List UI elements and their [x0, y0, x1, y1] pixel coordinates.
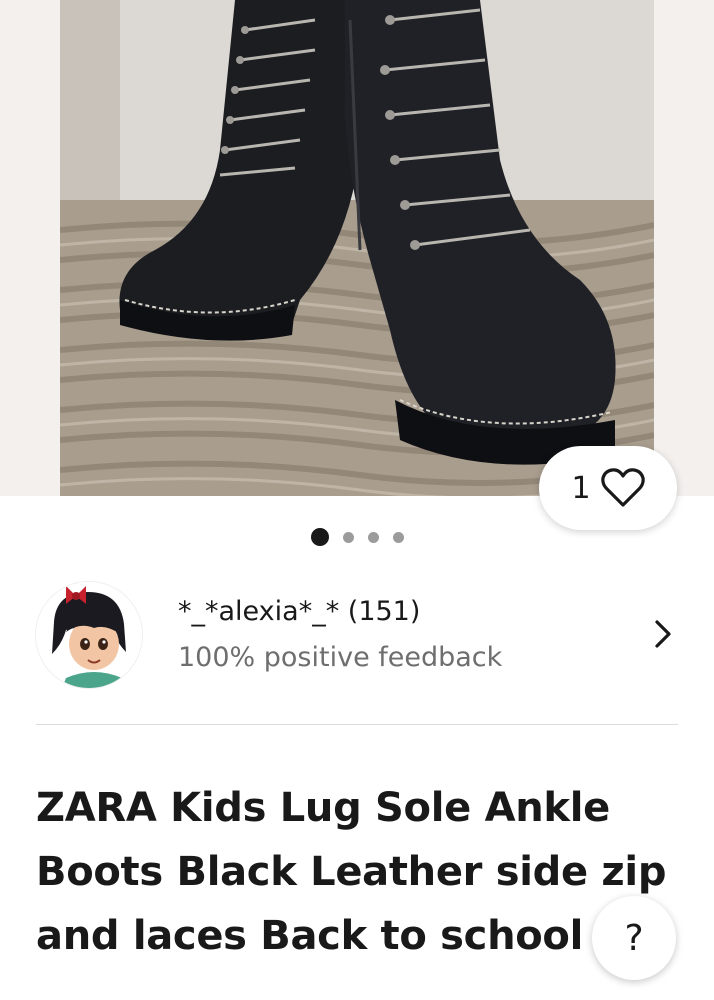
- gallery-dot-4[interactable]: [392, 531, 404, 543]
- seller-name: *_*alexia*_* (151): [178, 596, 421, 627]
- help-button[interactable]: ?: [592, 896, 676, 980]
- watch-count: 1: [571, 470, 591, 506]
- gallery-dot-3[interactable]: [367, 531, 379, 543]
- product-photo[interactable]: [60, 0, 654, 496]
- seller-avatar[interactable]: [36, 582, 142, 688]
- avatar-image: [36, 582, 142, 688]
- divider: [36, 724, 678, 725]
- boots-image: [60, 0, 654, 496]
- seller-feedback: 100% positive feedback: [178, 642, 503, 673]
- listing-title: ZARA Kids Lug Sole Ankle Boots Black Lea…: [36, 785, 667, 959]
- watch-button[interactable]: 1: [539, 446, 677, 530]
- heart-icon: [600, 468, 645, 507]
- chevron-right-icon[interactable]: [648, 614, 678, 654]
- seller-info-row[interactable]: *_*alexia*_* (151) 100% positive feedbac…: [36, 580, 678, 692]
- image-gallery[interactable]: [0, 0, 714, 496]
- gallery-dot-2[interactable]: [342, 531, 354, 543]
- gallery-dot-1[interactable]: [310, 528, 329, 546]
- gallery-pagination: [0, 528, 714, 546]
